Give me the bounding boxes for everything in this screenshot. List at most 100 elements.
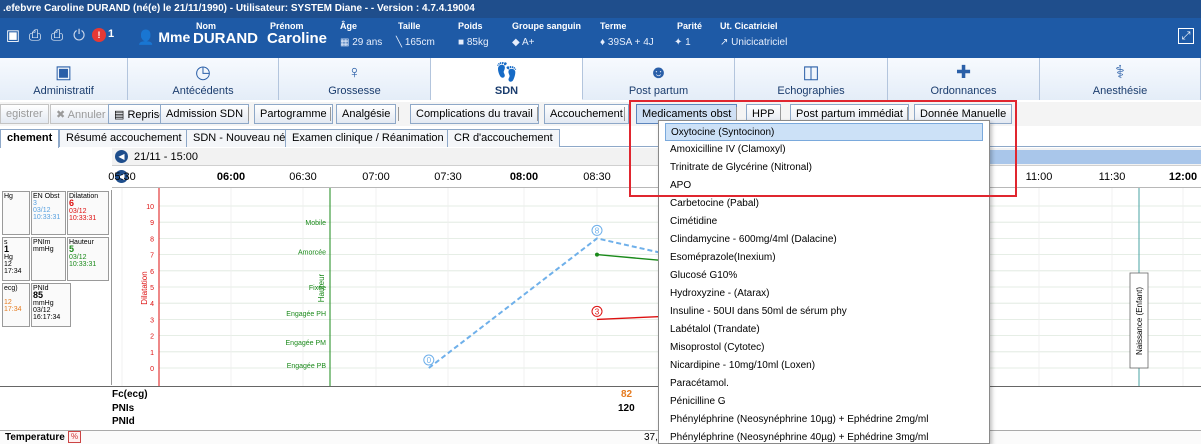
card-en-obst[interactable]: EN Obst 3 03/12 10:33:31 <box>31 191 66 235</box>
card-text: 17:34 <box>4 268 22 275</box>
medicament-option[interactable]: APO <box>665 177 983 195</box>
time-tick: 07:30 <box>434 171 462 183</box>
pnis-label: PNIs <box>112 403 135 414</box>
medicaments-dropdown[interactable]: Oxytocine (Syntocinon) Amoxicilline IV (C… <box>658 120 990 444</box>
thermometer-chart-icon[interactable]: % <box>68 431 81 443</box>
card-pnim[interactable]: PNIm mmHg <box>31 237 66 281</box>
time-tick: 08:00 <box>509 171 539 183</box>
medicament-option[interactable]: Amoxicilline IV (Clamoxyl) <box>665 141 983 159</box>
tab-label: Antécédents <box>172 85 234 97</box>
card-text: ecg) <box>4 285 18 292</box>
groupe-value: ◆ A+ <box>512 37 534 48</box>
admission-sdn-button[interactable]: Admission SDN <box>160 104 250 124</box>
medicament-option[interactable]: Hydroxyzine - (Atarax) <box>665 285 983 303</box>
medicament-option[interactable]: Insuline - 50UI dans 50ml de sérum phy <box>665 303 983 321</box>
medicament-option[interactable]: Phényléphrine (Neosynéphrine 10µg) + Eph… <box>665 411 983 429</box>
data-point-label: 8 <box>595 226 600 235</box>
time-tick: 11:30 <box>1098 171 1126 183</box>
cicatriciel-value: ↗ Unicicatriciel <box>720 37 787 48</box>
subtab-nouveau-ne[interactable]: SDN - Nouveau né <box>186 129 293 147</box>
toolbar-separator <box>780 107 781 121</box>
dilatation-tick-label: 6 <box>150 269 154 276</box>
dilatation-tick-label: 10 <box>146 204 154 211</box>
complications-button[interactable]: Complications du travail <box>410 104 539 124</box>
dilatation-tick-label: 4 <box>150 301 154 308</box>
medicament-option[interactable]: Labétalol (Trandate) <box>665 321 983 339</box>
age-value: ▦ 29 ans <box>340 37 382 48</box>
dashboard-icon[interactable]: ▣ <box>4 26 22 44</box>
card-dilatation[interactable]: Dilatation 6 03/12 10:33:31 <box>67 191 109 235</box>
temperature-row: Temperature % 37,2 <box>0 430 1201 444</box>
tab-grossesse[interactable]: ♀ Grossesse <box>279 58 431 100</box>
data-point-label: 0 <box>427 356 432 365</box>
medicament-option[interactable]: Phényléphrine (Neosynéphrine 40µg) + Eph… <box>665 429 983 443</box>
toolbar-separator <box>624 107 625 121</box>
tab-echographies[interactable]: ◫ Echographies <box>735 58 888 100</box>
tab-label: Post partum <box>628 85 689 97</box>
fc-ecg-value: 82 <box>621 389 633 400</box>
tab-label: Administratif <box>33 85 94 97</box>
card-text: 12 <box>4 261 12 268</box>
subtab-accouchement[interactable]: chement <box>0 129 60 148</box>
main-tab-bar: ▣ Administratif ◷ Antécédents ♀ Grossess… <box>0 58 1201 100</box>
card-partial-3: ecg) 12 17:34 <box>2 283 30 327</box>
mother-baby-icon: ☻ <box>649 62 668 82</box>
medicament-option[interactable]: Esoméprazole(Inexium) <box>665 249 983 267</box>
close-icon: ✖ <box>56 109 66 121</box>
medicament-option[interactable]: Glucosé G10% <box>665 267 983 285</box>
time-tick: 07:00 <box>362 171 390 183</box>
pnid-label: PNId <box>112 416 135 427</box>
dilatation-tick-label: 3 <box>150 317 154 324</box>
tab-post-partum[interactable]: ☻ Post partum <box>583 58 735 100</box>
toolbar-separator <box>398 107 399 121</box>
accouchement-button[interactable]: Accouchement <box>544 104 629 124</box>
tab-administratif[interactable]: ▣ Administratif <box>0 58 128 100</box>
enregistrer-button[interactable]: egistrer <box>0 104 49 124</box>
toolbar-separator <box>537 107 538 121</box>
medicament-option[interactable]: Clindamycine - 600mg/4ml (Dalacine) <box>665 231 983 249</box>
expand-icon[interactable]: ⤢ <box>1178 28 1194 44</box>
subtab-resume[interactable]: Résumé accouchement <box>59 129 189 147</box>
terme-value: ♦ 39SA + 4J <box>600 37 654 48</box>
card-text: 12 <box>4 299 12 306</box>
previous-day-icon[interactable]: ◀ <box>115 150 128 163</box>
tab-anesthesie[interactable]: ⚕ Anesthésie <box>1040 58 1201 100</box>
power-icon[interactable]: ⏻ <box>70 26 88 44</box>
scale-icon: ■ <box>458 37 465 48</box>
subtab-cr[interactable]: CR d'accouchement <box>447 129 560 147</box>
medicament-option[interactable]: Pénicilline G <box>665 393 983 411</box>
card-pnid[interactable]: PNId 85 mmHg 03/12 16:17:34 <box>31 283 71 327</box>
data-point-label: 3 <box>595 307 600 316</box>
medicament-option[interactable]: Nicardipine - 10mg/10ml (Loxen) <box>665 357 983 375</box>
subtab-examen[interactable]: Examen clinique / Réanimation <box>285 129 451 147</box>
parite-value: ✦ 1 <box>674 37 691 48</box>
family-icon: ✦ <box>674 37 683 48</box>
vitals-table: Fc(ecg) 82 PNIs 120 PNId <box>0 386 1201 427</box>
print-icon[interactable]: ⎙ <box>26 26 44 44</box>
alert-icon[interactable]: ! <box>92 28 106 42</box>
groupe-text: A+ <box>521 37 535 48</box>
annuler-button[interactable]: ✖ Annuler <box>50 104 112 124</box>
medicament-option[interactable]: Paracétamol. <box>665 375 983 393</box>
print-preview-icon[interactable]: ⎙ <box>48 26 66 44</box>
medicament-option[interactable]: Trinitrate de Glycérine (Nitronal) <box>665 159 983 177</box>
medicament-option[interactable]: Carbetocine (Pabal) <box>665 195 983 213</box>
window-title: .efebvre Caroline DURAND (né(e) le 21/11… <box>0 0 1201 18</box>
card-hauteur[interactable]: Hauteur 5 03/12 10:33:31 <box>67 237 109 281</box>
medicament-option[interactable]: Cimétidine <box>665 213 983 231</box>
medicament-option[interactable]: Oxytocine (Syntocinon) <box>665 123 983 141</box>
card-title: EN Obst <box>33 193 60 200</box>
partogramme-button[interactable]: Partogramme <box>254 104 333 124</box>
tab-antecedents[interactable]: ◷ Antécédents <box>128 58 279 100</box>
dilatation-tick-label: 2 <box>150 334 154 341</box>
tab-sdn[interactable]: 👣 SDN <box>431 58 583 100</box>
tab-label: Anesthésie <box>1092 85 1148 97</box>
patient-civility: 👤 Mme <box>137 29 190 46</box>
parite-text: 1 <box>685 37 691 48</box>
date-bar-highlight <box>988 150 1201 164</box>
card-value: 5 <box>69 244 75 254</box>
analgesie-button[interactable]: Analgésie <box>336 104 397 124</box>
medicament-option[interactable]: Misoprostol (Cytotec) <box>665 339 983 357</box>
card-time: 10:33:31 <box>69 215 97 222</box>
tab-ordonnances[interactable]: ✚ Ordonnances <box>888 58 1040 100</box>
